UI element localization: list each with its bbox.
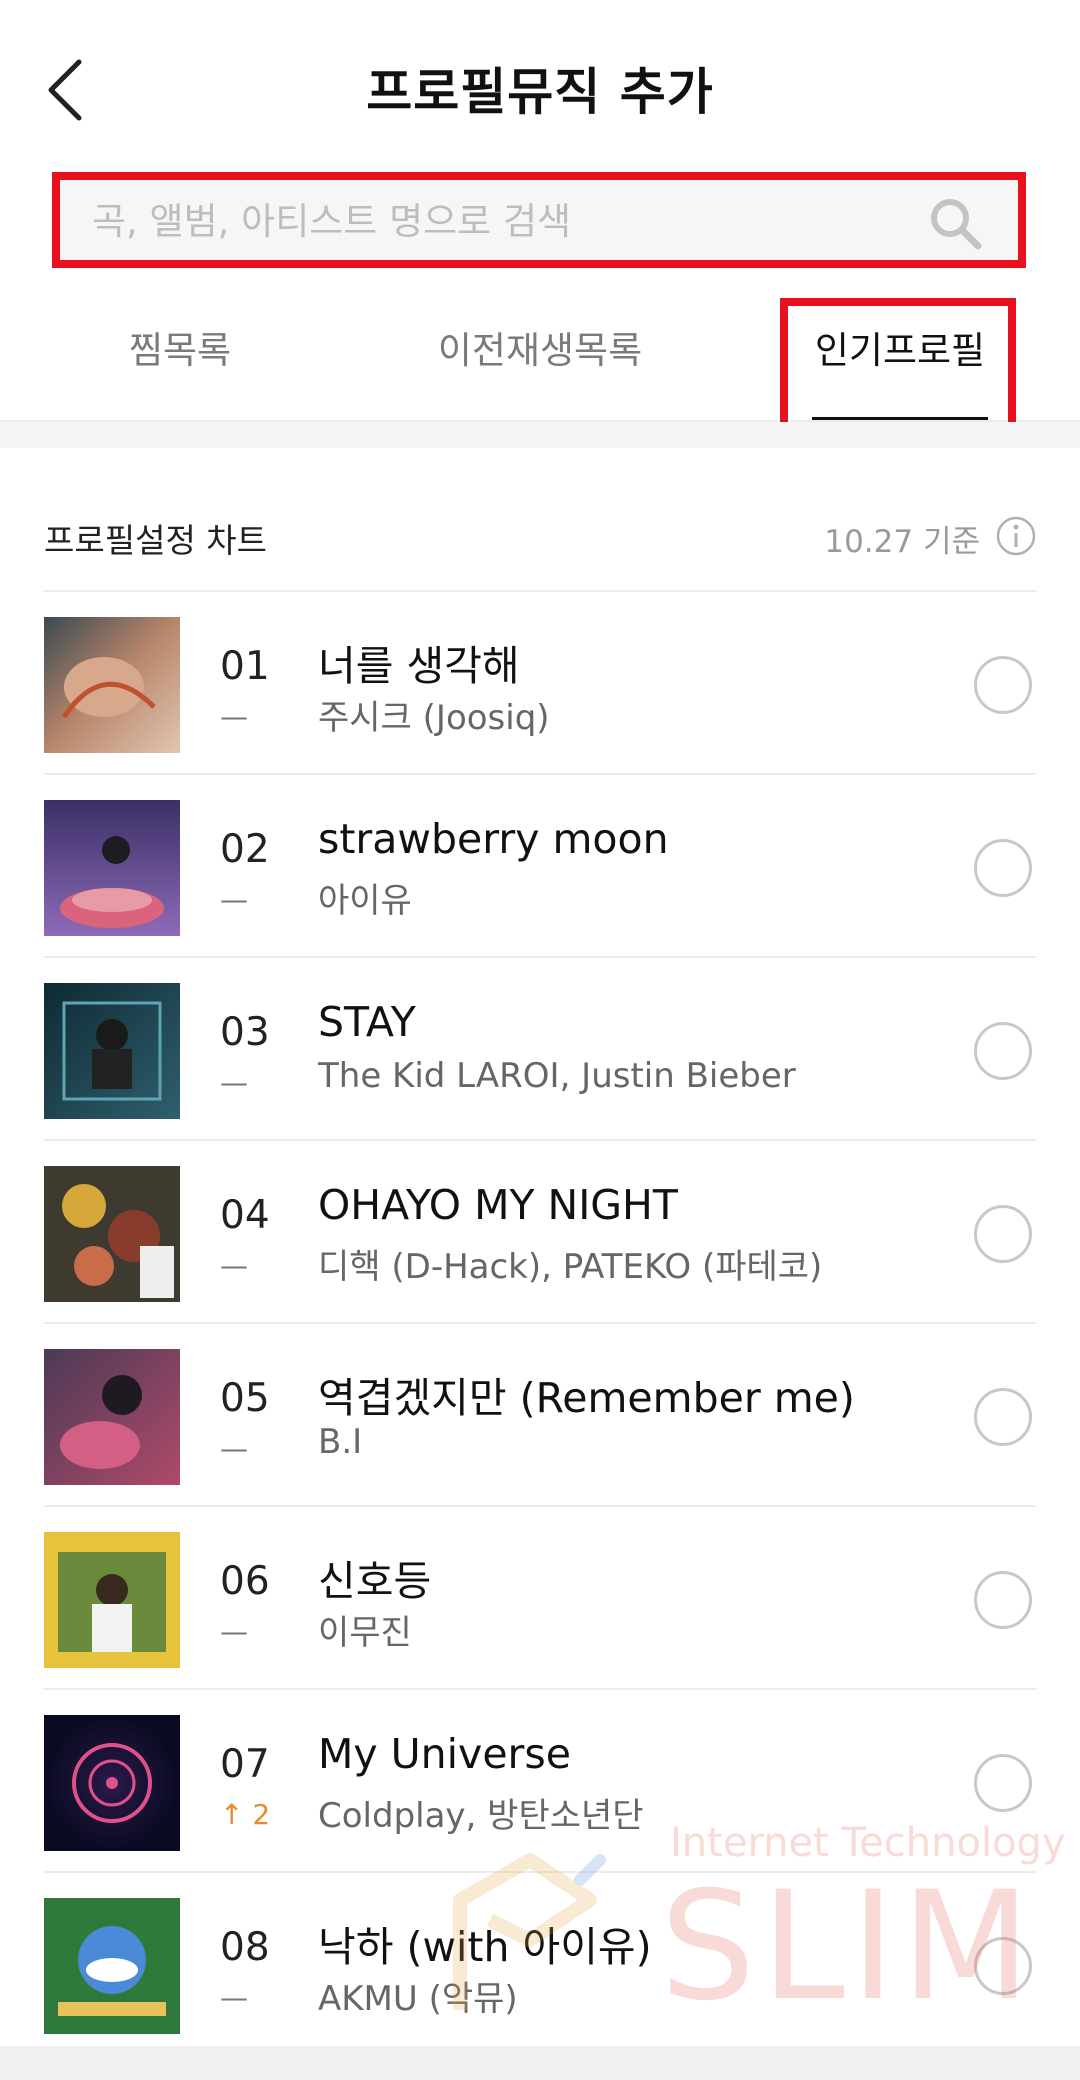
artist-name: B.I	[318, 1422, 363, 1462]
select-radio[interactable]	[974, 1388, 1032, 1446]
select-radio[interactable]	[974, 1937, 1032, 1995]
select-radio[interactable]	[974, 1754, 1032, 1812]
song-row[interactable]: 06 — 신호등 이무진	[44, 1505, 1036, 1688]
song-row[interactable]: 04 — OHAYO MY NIGHT 디핵 (D-Hack), PATEKO …	[44, 1139, 1036, 1322]
song-row[interactable]: 03 — STAY The Kid LAROI, Justin Bieber	[44, 956, 1036, 1139]
artist-name: Coldplay, 방탄소년단	[318, 1796, 644, 1836]
chart-header: 프로필설정 차트 10.27 기준	[44, 500, 1036, 580]
select-radio[interactable]	[974, 656, 1032, 714]
select-radio[interactable]	[974, 839, 1032, 897]
select-radio[interactable]	[974, 1022, 1032, 1080]
rank-number: 01	[220, 644, 270, 689]
active-tab-underline	[812, 417, 988, 420]
song-title: strawberry moon	[318, 815, 669, 863]
artist-name: AKMU (악뮤)	[318, 1979, 518, 2019]
rank-change: —	[220, 1615, 248, 1648]
song-row[interactable]: 08 — 낙하 (with 아이유) AKMU (악뮤)	[44, 1871, 1036, 2054]
search-bar	[52, 172, 1026, 268]
song-title: STAY	[318, 998, 416, 1046]
song-title: My Universe	[318, 1730, 571, 1778]
album-cover	[44, 1715, 180, 1851]
rank-number: 07	[220, 1742, 270, 1787]
song-title: 낙하 (with 아이유)	[318, 1923, 652, 1971]
song-row[interactable]: 01 — 너를 생각해 주시크 (Joosiq)	[44, 590, 1036, 773]
search-icon[interactable]	[928, 196, 982, 250]
song-row[interactable]: 05 — 역겹겠지만 (Remember me) B.I	[44, 1322, 1036, 1505]
section-divider	[0, 422, 1080, 448]
song-row[interactable]: 07 ↑ 2 My Universe Coldplay, 방탄소년단	[44, 1688, 1036, 1871]
artist-name: The Kid LAROI, Justin Bieber	[318, 1056, 796, 1096]
album-cover	[44, 617, 180, 753]
rank-change: ↑ 2	[220, 1798, 271, 1831]
rank-change: —	[220, 1249, 248, 1282]
artist-name: 아이유	[318, 881, 412, 921]
chart-date: 10.27 기준	[824, 524, 980, 560]
header: 프로필뮤직 추가	[0, 0, 1080, 170]
chart-title: 프로필설정 차트	[44, 521, 268, 560]
song-title: 너를 생각해	[318, 642, 520, 690]
song-title: 역겹겠지만 (Remember me)	[318, 1374, 855, 1422]
artist-name: 이무진	[318, 1613, 412, 1653]
rank-number: 02	[220, 827, 270, 872]
info-icon[interactable]	[996, 516, 1036, 556]
song-title: 신호등	[318, 1557, 432, 1605]
song-row[interactable]: 02 — strawberry moon 아이유	[44, 773, 1036, 956]
rank-number: 04	[220, 1193, 270, 1238]
album-cover	[44, 1898, 180, 2034]
search-input[interactable]	[90, 190, 914, 252]
song-title: OHAYO MY NIGHT	[318, 1181, 678, 1229]
page-title: 프로필뮤직 추가	[366, 63, 714, 121]
rank-change: —	[220, 1066, 248, 1099]
artist-name: 주시크 (Joosiq)	[318, 698, 550, 738]
tab-wishlist[interactable]: 찜목록	[80, 320, 280, 374]
artist-name: 디핵 (D-Hack), PATEKO (파테코)	[318, 1247, 823, 1287]
album-cover	[44, 983, 180, 1119]
rank-number: 08	[220, 1925, 270, 1970]
rank-number: 03	[220, 1010, 270, 1055]
album-cover	[44, 1349, 180, 1485]
album-cover	[44, 1166, 180, 1302]
album-cover	[44, 800, 180, 936]
select-radio[interactable]	[974, 1571, 1032, 1629]
rank-number: 05	[220, 1376, 270, 1421]
rank-change: —	[220, 1432, 248, 1465]
rank-number: 06	[220, 1559, 270, 1604]
album-cover	[44, 1532, 180, 1668]
tab-previous-played[interactable]: 이전재생목록	[410, 320, 670, 374]
select-radio[interactable]	[974, 1205, 1032, 1263]
rank-change: —	[220, 1981, 248, 2014]
bottom-bar	[0, 2046, 1080, 2080]
rank-change: —	[220, 883, 248, 916]
rank-change: —	[220, 700, 248, 733]
